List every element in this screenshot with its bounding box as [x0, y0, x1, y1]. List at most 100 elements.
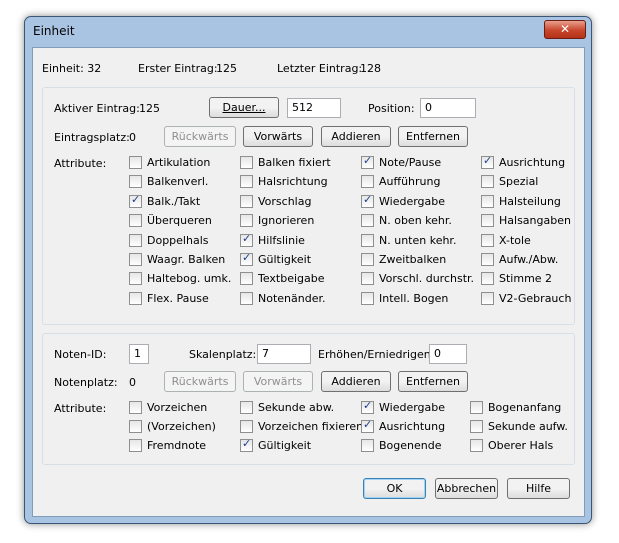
checkbox-box[interactable]: [361, 291, 374, 305]
entry-attribute-checkbox[interactable]: N. oben kehr.: [361, 214, 452, 228]
vorwaerts-button[interactable]: Vorwärts: [243, 126, 313, 147]
checkbox-box[interactable]: [240, 175, 253, 189]
note-attribute-checkbox[interactable]: Sekunde aufw.: [470, 420, 568, 433]
checkbox-box[interactable]: [361, 439, 374, 452]
entry-attribute-checkbox[interactable]: Haltebog. umk.: [129, 272, 231, 286]
checkbox-box[interactable]: [240, 214, 253, 228]
position-input[interactable]: 0: [420, 98, 476, 118]
noten-addieren-button[interactable]: Addieren: [321, 371, 391, 392]
checkbox-box[interactable]: [240, 437, 253, 452]
note-attribute-checkbox[interactable]: Ausrichtung: [361, 418, 445, 433]
entry-attribute-checkbox[interactable]: Notenänder.: [240, 291, 325, 305]
checkbox-box[interactable]: [361, 418, 374, 433]
entry-attribute-checkbox[interactable]: Halsrichtung: [240, 175, 328, 189]
entry-attribute-checkbox[interactable]: N. unten kehr.: [361, 233, 456, 247]
entry-attribute-checkbox[interactable]: Halsangaben: [481, 214, 571, 228]
checkbox-box[interactable]: [470, 420, 483, 433]
checkbox-box[interactable]: [481, 175, 494, 189]
title-bar[interactable]: Einheit ✕: [25, 17, 591, 45]
checkbox-box[interactable]: [481, 272, 494, 286]
entry-attribute-checkbox[interactable]: Balk./Takt: [129, 193, 200, 208]
entry-attribute-checkbox[interactable]: Zweitbalken: [361, 253, 446, 266]
checkbox-box[interactable]: [361, 399, 374, 414]
checkbox-box[interactable]: [129, 291, 142, 305]
close-button[interactable]: ✕: [544, 20, 586, 39]
entry-attribute-checkbox[interactable]: V2-Gebrauch: [481, 291, 571, 305]
entry-attribute-checkbox[interactable]: Doppelhals: [129, 233, 209, 247]
checkbox-box[interactable]: [129, 401, 142, 414]
checkbox-box[interactable]: [129, 233, 142, 247]
dauer-button[interactable]: Dauer...: [209, 97, 279, 118]
note-attribute-checkbox[interactable]: Bogenende: [361, 439, 442, 452]
skalenplatz-input[interactable]: 7: [257, 344, 311, 364]
checkbox-box[interactable]: [361, 253, 374, 266]
hilfe-button[interactable]: Hilfe: [507, 478, 570, 499]
entry-attribute-checkbox[interactable]: Hilfslinie: [240, 232, 305, 247]
checkbox-box[interactable]: [481, 154, 494, 169]
noten-id-input[interactable]: 1: [129, 344, 149, 364]
entry-attribute-checkbox[interactable]: Textbeigabe: [240, 272, 325, 286]
note-attribute-checkbox[interactable]: (Vorzeichen): [129, 420, 216, 433]
checkbox-box[interactable]: [361, 214, 374, 228]
note-attribute-checkbox[interactable]: Gültigkeit: [240, 437, 311, 452]
entry-attribute-checkbox[interactable]: Vorschlag: [240, 194, 311, 208]
entfernen-button[interactable]: Entfernen: [398, 126, 468, 147]
checkbox-box[interactable]: [129, 214, 142, 228]
entry-attribute-checkbox[interactable]: Waagr. Balken: [129, 253, 225, 266]
entry-attribute-checkbox[interactable]: Halsteilung: [481, 194, 561, 208]
checkbox-box[interactable]: [129, 272, 142, 286]
abbrechen-button[interactable]: Abbrechen: [435, 478, 498, 499]
dauer-input[interactable]: 512: [287, 98, 341, 118]
note-attribute-checkbox[interactable]: Vorzeichen fixieren: [240, 420, 363, 433]
entry-attribute-checkbox[interactable]: Aufführung: [361, 175, 440, 189]
checkbox-box[interactable]: [361, 154, 374, 169]
noten-vorwaerts-button[interactable]: Vorwärts: [243, 371, 313, 392]
entry-attribute-checkbox[interactable]: Balken fixiert: [240, 156, 331, 169]
note-attribute-checkbox[interactable]: Sekunde abw.: [240, 401, 334, 414]
entry-attribute-checkbox[interactable]: Spezial: [481, 175, 538, 189]
checkbox-box[interactable]: [481, 194, 494, 208]
note-attribute-checkbox[interactable]: Vorzeichen: [129, 401, 207, 414]
entry-attribute-checkbox[interactable]: Intell. Bogen: [361, 291, 448, 305]
entry-attribute-checkbox[interactable]: Ignorieren: [240, 214, 314, 228]
checkbox-box[interactable]: [240, 420, 253, 433]
checkbox-box[interactable]: [129, 193, 142, 208]
checkbox-box[interactable]: [470, 401, 483, 414]
checkbox-box[interactable]: [240, 194, 253, 208]
entry-attribute-checkbox[interactable]: Flex. Pause: [129, 291, 209, 305]
checkbox-box[interactable]: [470, 439, 483, 452]
checkbox-box[interactable]: [129, 420, 142, 433]
checkbox-box[interactable]: [240, 272, 253, 286]
ok-button[interactable]: OK: [363, 478, 426, 499]
checkbox-box[interactable]: [361, 175, 374, 189]
checkbox-box[interactable]: [240, 232, 253, 247]
entry-attribute-checkbox[interactable]: Ausrichtung: [481, 154, 565, 169]
entry-attribute-checkbox[interactable]: Balkenverl.: [129, 175, 208, 189]
checkbox-box[interactable]: [361, 233, 374, 247]
note-attribute-checkbox[interactable]: Oberer Hals: [470, 439, 553, 452]
checkbox-box[interactable]: [240, 291, 253, 305]
checkbox-box[interactable]: [240, 251, 253, 266]
checkbox-box[interactable]: [361, 272, 374, 286]
entry-attribute-checkbox[interactable]: Aufw./Abw.: [481, 253, 558, 266]
checkbox-box[interactable]: [129, 439, 142, 452]
checkbox-box[interactable]: [481, 291, 494, 305]
checkbox-box[interactable]: [481, 214, 494, 228]
checkbox-box[interactable]: [129, 253, 142, 266]
checkbox-box[interactable]: [129, 175, 142, 189]
entry-attribute-checkbox[interactable]: Überqueren: [129, 214, 212, 228]
checkbox-box[interactable]: [240, 401, 253, 414]
checkbox-box[interactable]: [481, 253, 494, 266]
note-attribute-checkbox[interactable]: Bogenanfang: [470, 401, 561, 414]
entry-attribute-checkbox[interactable]: Artikulation: [129, 156, 210, 169]
checkbox-box[interactable]: [481, 233, 494, 247]
checkbox-box[interactable]: [129, 156, 142, 169]
rueckwaerts-button[interactable]: Rückwärts: [164, 126, 236, 147]
checkbox-box[interactable]: [361, 193, 374, 208]
entry-attribute-checkbox[interactable]: Vorschl. durchstr.: [361, 272, 474, 286]
addieren-button[interactable]: Addieren: [321, 126, 391, 147]
entry-attribute-checkbox[interactable]: Wiedergabe: [361, 193, 445, 208]
erhoehen-input[interactable]: 0: [429, 344, 467, 364]
note-attribute-checkbox[interactable]: Fremdnote: [129, 439, 206, 452]
entry-attribute-checkbox[interactable]: Stimme 2: [481, 272, 552, 286]
